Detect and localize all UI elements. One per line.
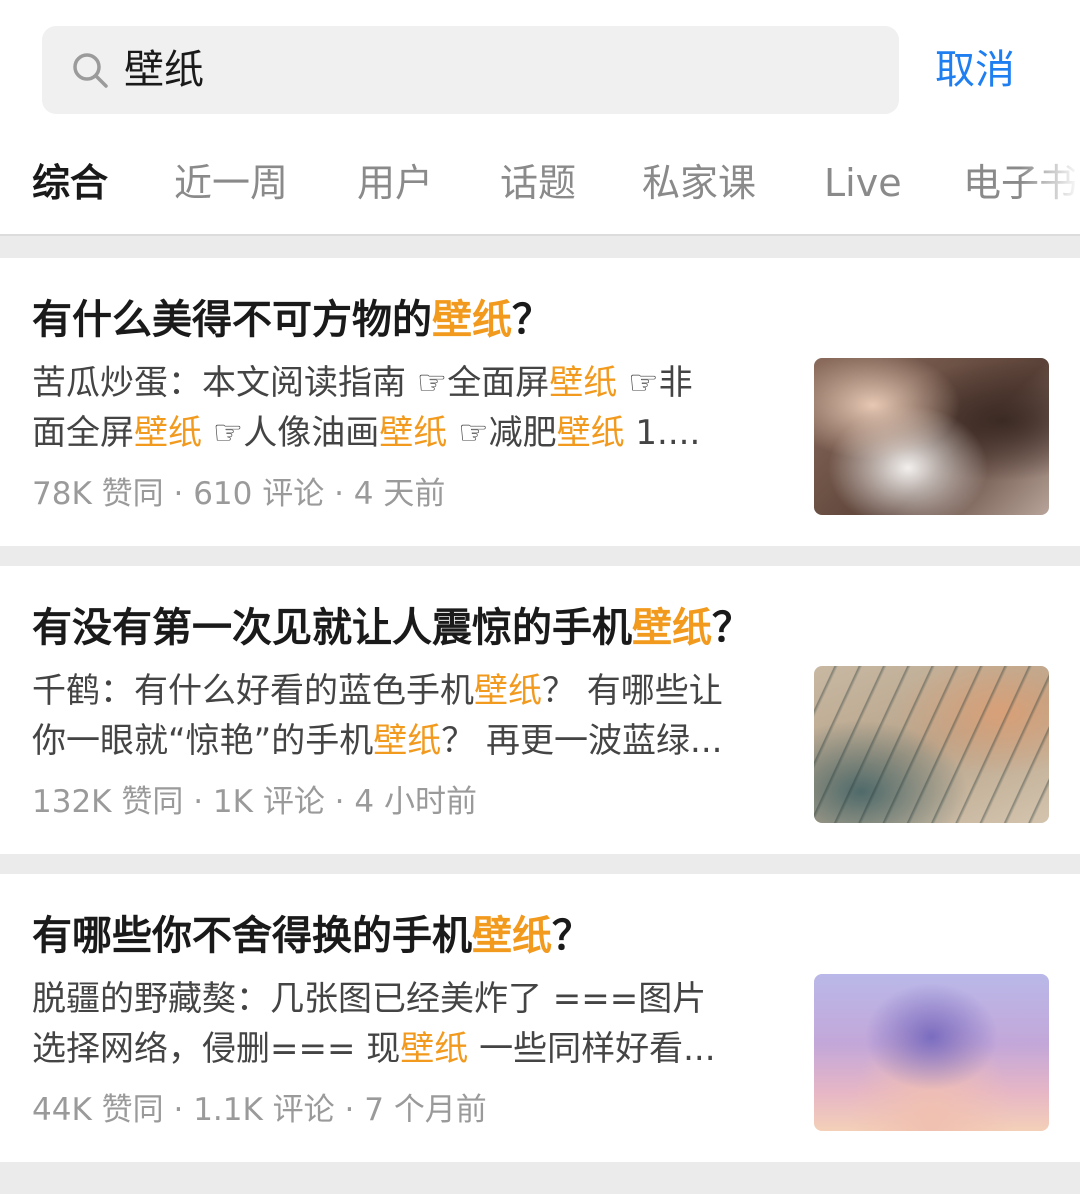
search-input[interactable]: 壁纸 — [42, 26, 899, 114]
excerpt-line: 苦瓜炒蛋：本文阅读指南 ☞全面屏壁纸 ☞非 — [32, 358, 792, 408]
excerpt-text: ？ 有哪些让 — [542, 671, 723, 711]
excerpt-line: 选择网络，侵删=== 现壁纸 一些同样好看... — [32, 1024, 792, 1074]
result-title: 有什么美得不可方物的壁纸？ — [32, 292, 552, 348]
excerpt-text: 选择网络，侵删=== 现 — [32, 1029, 401, 1069]
result-meta: 44K 赞同 · 1.1K 评论 · 7 个月前 — [32, 1092, 487, 1128]
result-title-text: 有什么美得不可方物的 — [32, 297, 432, 343]
excerpt-keyword: 壁纸 — [556, 413, 625, 453]
tab-topics[interactable]: 话题 — [500, 148, 576, 218]
excerpt-text: 脱疆的野藏獒：几张图已经美炸了 ===图片 — [32, 979, 707, 1019]
result-title-end: ？ — [712, 605, 752, 651]
result-thumbnail — [814, 666, 1049, 823]
cancel-button[interactable]: 取消 — [935, 38, 1015, 102]
result-title-end: ？ — [552, 913, 592, 959]
excerpt-text: ☞人像油画 — [202, 413, 380, 453]
result-title-keyword: 壁纸 — [472, 913, 552, 959]
excerpt-text: 一些同样好看... — [468, 1029, 716, 1069]
result-card[interactable]: 有什么美得不可方物的壁纸？ 苦瓜炒蛋：本文阅读指南 ☞全面屏壁纸 ☞非 面全屏壁纸… — [0, 258, 1080, 546]
excerpt-text: 苦瓜炒蛋：本文阅读指南 ☞全面屏 — [32, 363, 550, 403]
search-icon — [73, 53, 108, 88]
result-excerpt: 千鹤：有什么好看的蓝色手机壁纸？ 有哪些让 你一眼就“惊艳”的手机壁纸？ 再更一波… — [32, 666, 792, 766]
tabs-fade — [1020, 148, 1080, 218]
excerpt-text: 1.... — [624, 413, 701, 453]
search-query: 壁纸 — [124, 47, 204, 93]
excerpt-text: 面全屏 — [32, 413, 134, 453]
result-title: 有没有第一次见就让人震惊的手机壁纸？ — [32, 600, 752, 656]
result-title-end: ？ — [512, 297, 552, 343]
excerpt-keyword: 壁纸 — [474, 671, 542, 711]
excerpt-text: 你一眼就“惊艳”的手机 — [32, 721, 374, 761]
result-thumbnail — [814, 974, 1049, 1131]
excerpt-keyword: 壁纸 — [400, 1029, 469, 1069]
result-title-text: 有没有第一次见就让人震惊的手机 — [32, 605, 632, 651]
excerpt-text: ☞非 — [617, 363, 693, 403]
excerpt-text: 千鹤：有什么好看的蓝色手机 — [32, 671, 474, 711]
result-meta: 132K 赞同 · 1K 评论 · 4 小时前 — [32, 784, 477, 820]
tab-private-course[interactable]: 私家课 — [642, 148, 756, 218]
excerpt-line: 面全屏壁纸 ☞人像油画壁纸 ☞减肥壁纸 1.... — [32, 408, 792, 458]
excerpt-line: 脱疆的野藏獒：几张图已经美炸了 ===图片 — [32, 974, 792, 1024]
excerpt-keyword: 壁纸 — [373, 721, 442, 761]
excerpt-keyword: 壁纸 — [134, 413, 202, 453]
result-title: 有哪些你不舍得换的手机壁纸？ — [32, 908, 592, 964]
result-card[interactable]: 有没有第一次见就让人震惊的手机壁纸？ 千鹤：有什么好看的蓝色手机壁纸？ 有哪些让… — [0, 566, 1080, 854]
tab-comprehensive[interactable]: 综合 — [32, 148, 108, 218]
tab-users[interactable]: 用户 — [357, 148, 433, 218]
excerpt-line: 千鹤：有什么好看的蓝色手机壁纸？ 有哪些让 — [32, 666, 792, 716]
excerpt-keyword: 壁纸 — [379, 413, 448, 453]
result-meta: 78K 赞同 · 610 评论 · 4 天前 — [32, 476, 446, 512]
tab-live[interactable]: Live — [824, 148, 902, 218]
tab-recent-week[interactable]: 近一周 — [174, 148, 288, 218]
result-title-text: 有哪些你不舍得换的手机 — [32, 913, 472, 959]
result-card[interactable]: 有哪些你不舍得换的手机壁纸？ 脱疆的野藏獒：几张图已经美炸了 ===图片 选择网络… — [0, 874, 1080, 1162]
excerpt-keyword: 壁纸 — [549, 363, 618, 403]
result-title-keyword: 壁纸 — [632, 605, 712, 651]
filter-tabs: 综合 近一周 用户 话题 私家课 Live 电子书 — [0, 148, 1080, 218]
result-excerpt: 苦瓜炒蛋：本文阅读指南 ☞全面屏壁纸 ☞非 面全屏壁纸 ☞人像油画壁纸 ☞减肥壁纸… — [32, 358, 792, 458]
excerpt-text: ☞减肥 — [447, 413, 557, 453]
excerpt-text: ？ 再更一波蓝绿... — [441, 721, 723, 761]
result-title-keyword: 壁纸 — [432, 297, 512, 343]
excerpt-line: 你一眼就“惊艳”的手机壁纸？ 再更一波蓝绿... — [32, 716, 792, 766]
result-thumbnail — [814, 358, 1049, 515]
search-header: 壁纸 取消 综合 近一周 用户 话题 私家课 Live 电子书 — [0, 0, 1080, 236]
search-results-page: 壁纸 取消 综合 近一周 用户 话题 私家课 Live 电子书 有什么美得不可方… — [0, 0, 1080, 1194]
result-excerpt: 脱疆的野藏獒：几张图已经美炸了 ===图片 选择网络，侵删=== 现壁纸 一些同样… — [32, 974, 792, 1074]
